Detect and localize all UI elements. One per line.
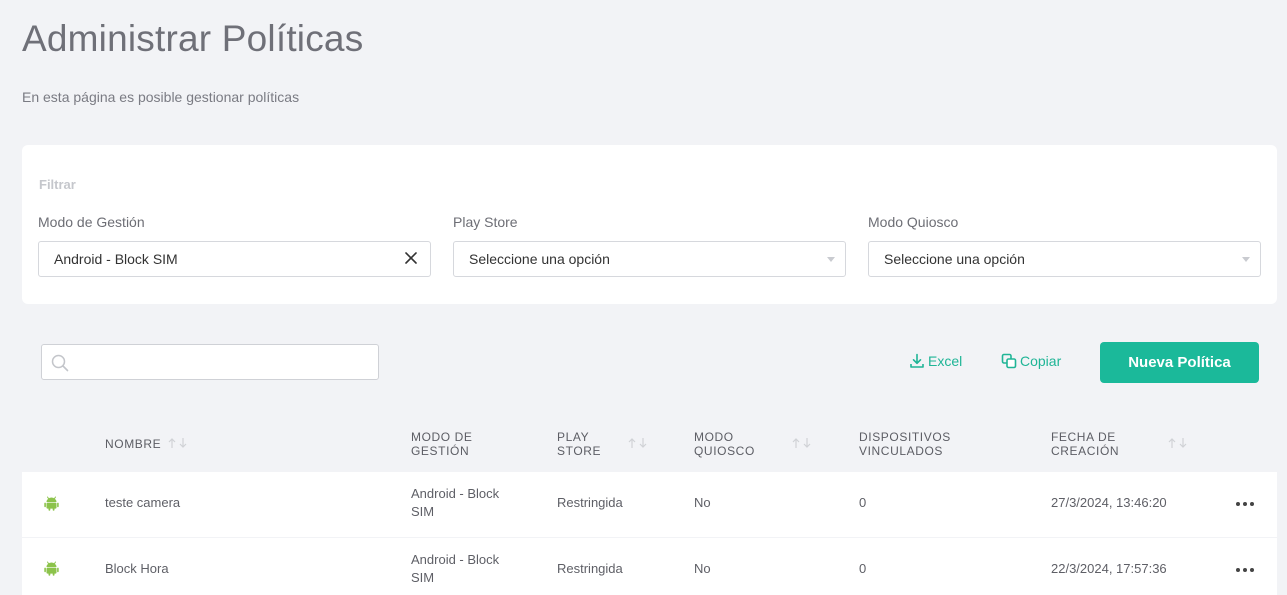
management-mode-label: Modo de Gestión [38,214,145,230]
column-header-creation-date[interactable]: Fecha de Creación [1051,430,1119,458]
column-header-linked-devices-line2: Vinculados [859,444,944,458]
policy-name: teste camera [105,495,181,510]
management-mode-cell-line1: Android - Block [411,552,500,567]
kiosk-mode-cell: No [694,561,711,576]
play-store-select[interactable]: Seleccione una opción [453,241,846,277]
kiosk-mode-value: Seleccione una opción [884,251,1025,267]
column-header-kiosk-mode-line2: Quiosco [694,444,755,458]
sort-icon[interactable] [627,437,649,449]
management-mode-cell-line2: SIM [411,504,435,519]
linked-devices-cell: 0 [859,561,867,576]
column-header-name-label: Nombre [105,437,162,451]
page-title: Administrar Políticas [22,18,364,59]
play-store-label: Play Store [453,214,518,230]
management-mode-cell: Android - Block SIM [411,551,499,587]
table-row[interactable]: Block Hora Android - Block SIM Restringi… [22,538,1277,595]
sort-icon[interactable] [791,437,813,449]
chevron-down-icon [827,257,835,262]
column-header-management-mode-line1: Modo de [411,430,473,444]
column-header-play-store-line2: Store [557,444,602,458]
filter-panel: Filtrar Modo de Gestión Android - Block … [22,145,1277,304]
sort-icon[interactable] [167,437,189,449]
play-store-filter: Play Store Seleccione una opción [453,214,846,277]
copy-label: Copiar [1020,353,1062,369]
creation-date-cell: 27/3/2024, 13:46:20 [1051,495,1167,510]
play-store-cell: Restringida [557,561,623,576]
column-header-management-mode: Modo de Gestión [411,430,473,458]
export-excel-button[interactable]: Excel [909,353,962,369]
copy-button[interactable]: Copiar [1001,353,1061,369]
play-store-cell: Restringida [557,495,623,510]
kiosk-mode-select[interactable]: Seleccione una opción [868,241,1261,277]
android-icon [44,561,59,576]
more-options-icon[interactable] [1234,501,1256,507]
management-mode-cell-line2: SIM [411,570,435,585]
export-excel-label: Excel [928,353,963,369]
filter-heading: Filtrar [39,177,76,192]
creation-date-cell: 22/3/2024, 17:57:36 [1051,561,1167,576]
kiosk-mode-cell: No [694,495,711,510]
management-mode-cell: Android - Block SIM [411,485,499,521]
kiosk-mode-label: Modo Quiosco [868,214,959,230]
management-mode-value: Android - Block SIM [54,251,178,267]
column-header-creation-date-line1: Fecha de [1051,430,1116,444]
copy-icon [1001,353,1017,369]
column-header-kiosk-mode[interactable]: Modo Quiosco [694,430,755,458]
column-header-creation-date-line2: Creación [1051,444,1120,458]
column-header-management-mode-line2: Gestión [411,444,470,458]
download-icon [910,353,924,368]
kiosk-mode-filter: Modo Quiosco Seleccione una opción [868,214,1261,277]
column-header-name[interactable]: Nombre [105,437,161,451]
chevron-down-icon [1242,257,1250,262]
management-mode-cell-line1: Android - Block [411,486,500,501]
table-row[interactable]: teste camera Android - Block SIM Restrin… [22,472,1277,537]
android-icon [44,496,59,511]
management-mode-filter: Modo de Gestión Android - Block SIM [38,214,431,277]
column-header-linked-devices: Dispositivos Vinculados [859,430,951,458]
column-header-kiosk-mode-line1: Modo [694,430,734,444]
more-options-icon[interactable] [1234,567,1256,573]
column-header-linked-devices-line1: Dispositivos [859,430,951,444]
search-input[interactable] [76,345,374,379]
page-subtitle: En esta página es posible gestionar polí… [22,89,300,105]
column-header-play-store-line1: Play [557,430,590,444]
column-header-play-store[interactable]: Play Store [557,430,601,458]
new-policy-button[interactable]: Nueva Política [1100,342,1259,383]
play-store-value: Seleccione una opción [469,251,610,267]
search-box [41,344,379,380]
sort-icon[interactable] [1167,437,1189,449]
close-icon[interactable] [403,250,419,266]
search-icon [51,354,69,372]
policy-name: Block Hora [105,561,169,576]
management-mode-select[interactable]: Android - Block SIM [38,241,431,277]
linked-devices-cell: 0 [859,495,867,510]
